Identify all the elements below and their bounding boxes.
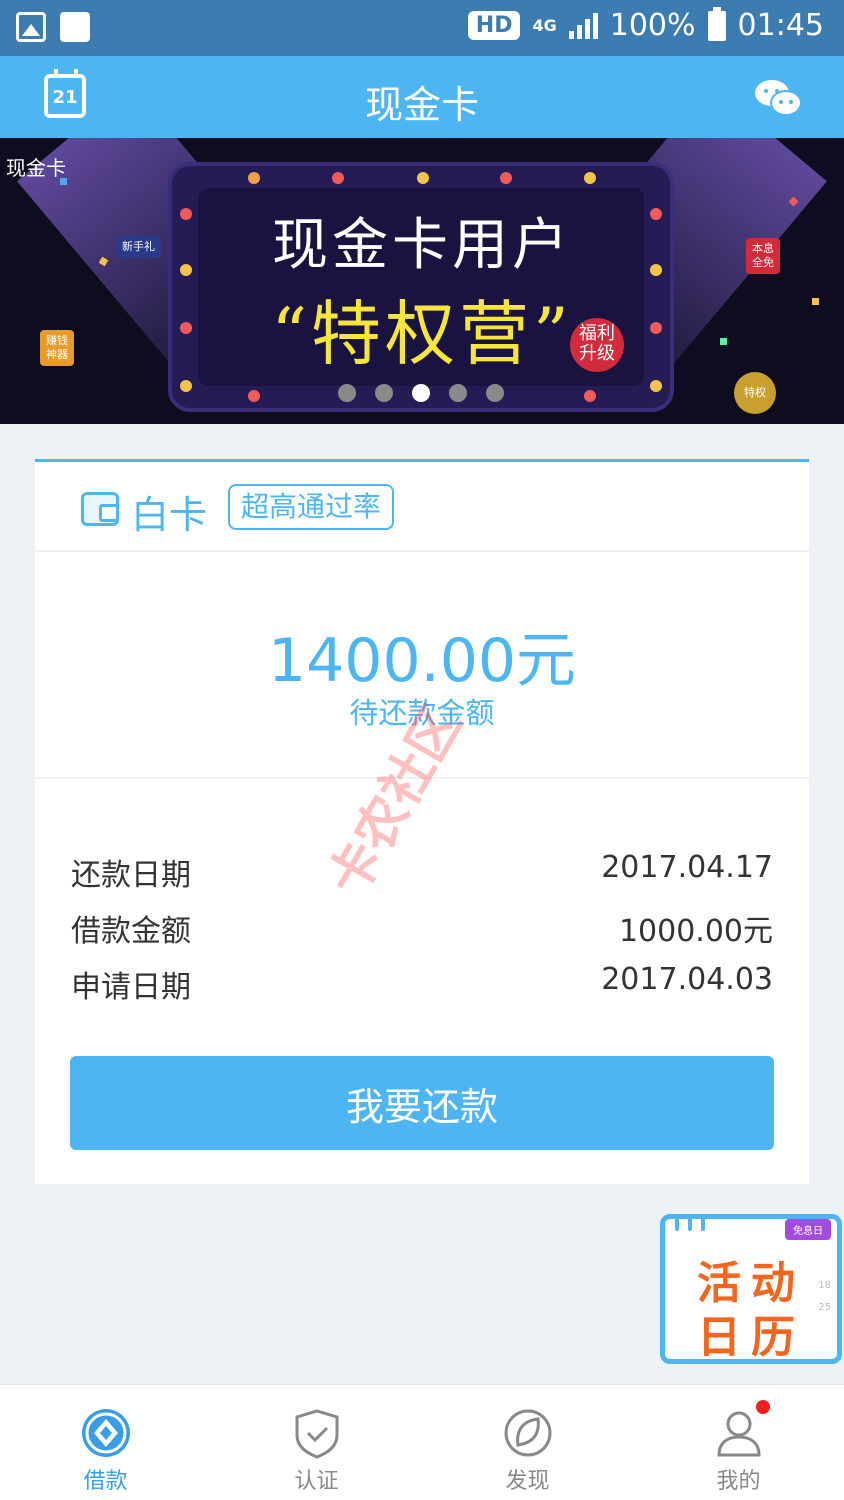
nav-label-mine: 我的 xyxy=(716,1469,761,1494)
loan-icon xyxy=(81,1409,130,1457)
activity-calendar-line2: 日历 xyxy=(697,1312,805,1363)
signal-icon xyxy=(568,12,598,39)
notification-dot xyxy=(756,1400,770,1414)
carousel-dot[interactable] xyxy=(375,384,393,402)
app-header: 21 现金卡 xyxy=(0,56,844,138)
nav-item-verify[interactable]: 认证 xyxy=(211,1385,422,1500)
calendar-rings-icon xyxy=(675,1215,705,1231)
gallery-notification-icon xyxy=(16,12,46,42)
nav-item-mine[interactable]: 我的 xyxy=(633,1385,844,1500)
repay-date-row: 还款日期 2017.04.17 xyxy=(71,850,773,893)
checklist-notification-icon xyxy=(60,12,90,42)
repay-date-label: 还款日期 xyxy=(71,858,191,893)
banner-brand: 现金卡 xyxy=(6,156,66,180)
nav-item-loan[interactable]: 借款 xyxy=(0,1385,211,1500)
banner-badge: 福利 升级 xyxy=(570,318,624,372)
bottom-nav: 借款 认证 发现 我的 xyxy=(0,1384,844,1500)
banner-headline: 现金卡用户 xyxy=(272,213,572,278)
loan-amount-label: 借款金额 xyxy=(71,914,191,949)
repay-date-value: 2017.04.17 xyxy=(601,850,773,885)
interest-free-tag: 免息日 xyxy=(785,1219,831,1240)
loan-amount-value: 1000.00元 xyxy=(618,914,773,949)
page-title: 现金卡 xyxy=(364,83,479,127)
carousel-dot[interactable] xyxy=(486,384,504,402)
card-name: 白卡 xyxy=(131,493,208,537)
nav-label-discover: 发现 xyxy=(505,1469,550,1494)
shield-check-icon xyxy=(295,1409,338,1459)
carousel-dot[interactable] xyxy=(449,384,467,402)
nav-label-verify: 认证 xyxy=(294,1469,339,1494)
clock: 01:45 xyxy=(737,8,824,43)
loan-card: 白卡 超高通过率 1400.00元 待还款金额 还款日期 2017.04.17 … xyxy=(35,459,809,1184)
user-icon xyxy=(716,1411,761,1457)
calendar-dates: 18 25 xyxy=(818,1280,831,1313)
carousel-dot[interactable] xyxy=(338,384,356,402)
wechat-icon[interactable] xyxy=(754,78,802,118)
status-bar: HD 4G 100% 01:45 xyxy=(0,0,844,56)
apply-date-row: 申请日期 2017.04.03 xyxy=(71,962,773,1005)
hd-badge: HD xyxy=(467,11,521,40)
nav-label-loan: 借款 xyxy=(83,1469,128,1494)
loan-amount-row: 借款金额 1000.00元 xyxy=(71,906,773,949)
promo-banner[interactable]: 现金卡 新手礼 赚钱 神器 本息 全免 特权 现金卡用户 “特权营” 福利 升级 xyxy=(0,138,844,424)
card-header: 白卡 超高通过率 xyxy=(35,462,809,552)
battery-percent: 100% xyxy=(609,8,696,43)
battery-icon xyxy=(707,6,726,41)
approval-tag: 超高通过率 xyxy=(228,484,395,530)
amount-due: 1400.00元 xyxy=(267,626,577,696)
banner-subheadline: “特权营” xyxy=(271,293,573,375)
wallet-icon xyxy=(81,492,119,526)
nav-item-discover[interactable]: 发现 xyxy=(422,1385,633,1500)
apply-date-label: 申请日期 xyxy=(71,970,191,1005)
network-type: 4G xyxy=(532,15,557,35)
apply-date-value: 2017.04.03 xyxy=(601,962,773,997)
repay-button[interactable]: 我要还款 xyxy=(70,1056,774,1150)
compass-leaf-icon xyxy=(504,1409,551,1457)
carousel-indicator xyxy=(338,384,504,402)
carousel-dot-active[interactable] xyxy=(412,384,430,402)
activity-calendar-button[interactable]: 免息日 活动 日历 18 25 xyxy=(660,1214,842,1364)
